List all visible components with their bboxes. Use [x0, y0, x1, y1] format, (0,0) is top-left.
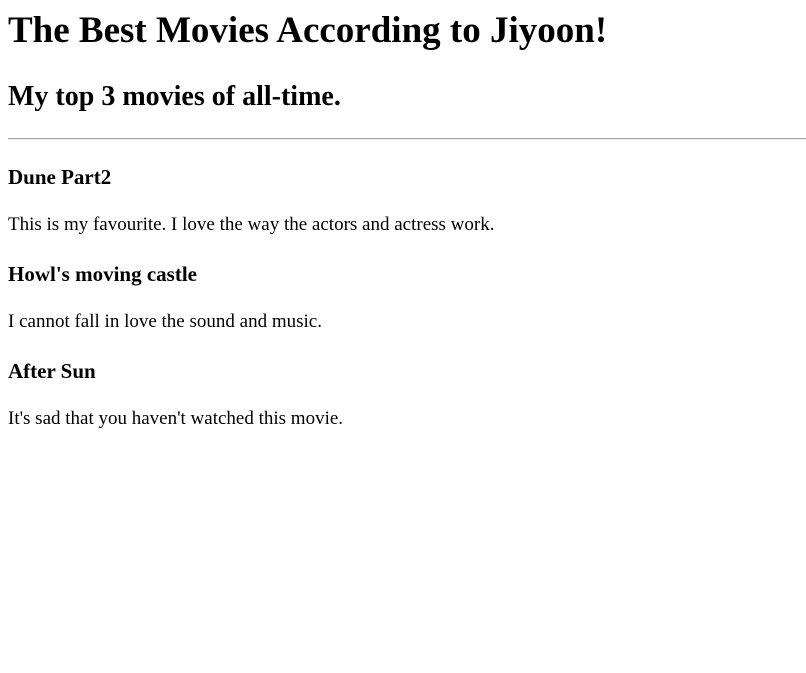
movie-title: After Sun — [8, 359, 96, 383]
page-title: The Best Movies According to Jiyoon! — [8, 10, 608, 51]
movie-item-3: After Sun It's sad that you haven't watc… — [8, 359, 798, 430]
movie-title: Dune Part2 — [8, 165, 112, 189]
movie-description: I cannot fall in love the sound and musi… — [8, 311, 322, 332]
movie-title: Howl's moving castle — [8, 262, 197, 286]
movie-item-2: Howl's moving castle I cannot fall in lo… — [8, 262, 798, 333]
page-content: The Best Movies According to Jiyoon! My … — [0, 0, 806, 430]
movie-description: It's sad that you haven't watched this m… — [8, 408, 344, 429]
page-subtitle: My top 3 movies of all-time. — [8, 81, 341, 112]
movie-description: This is my favourite. I love the way the… — [8, 214, 495, 235]
divider — [8, 138, 806, 140]
movie-item-1: Dune Part2 This is my favourite. I love … — [8, 165, 798, 236]
